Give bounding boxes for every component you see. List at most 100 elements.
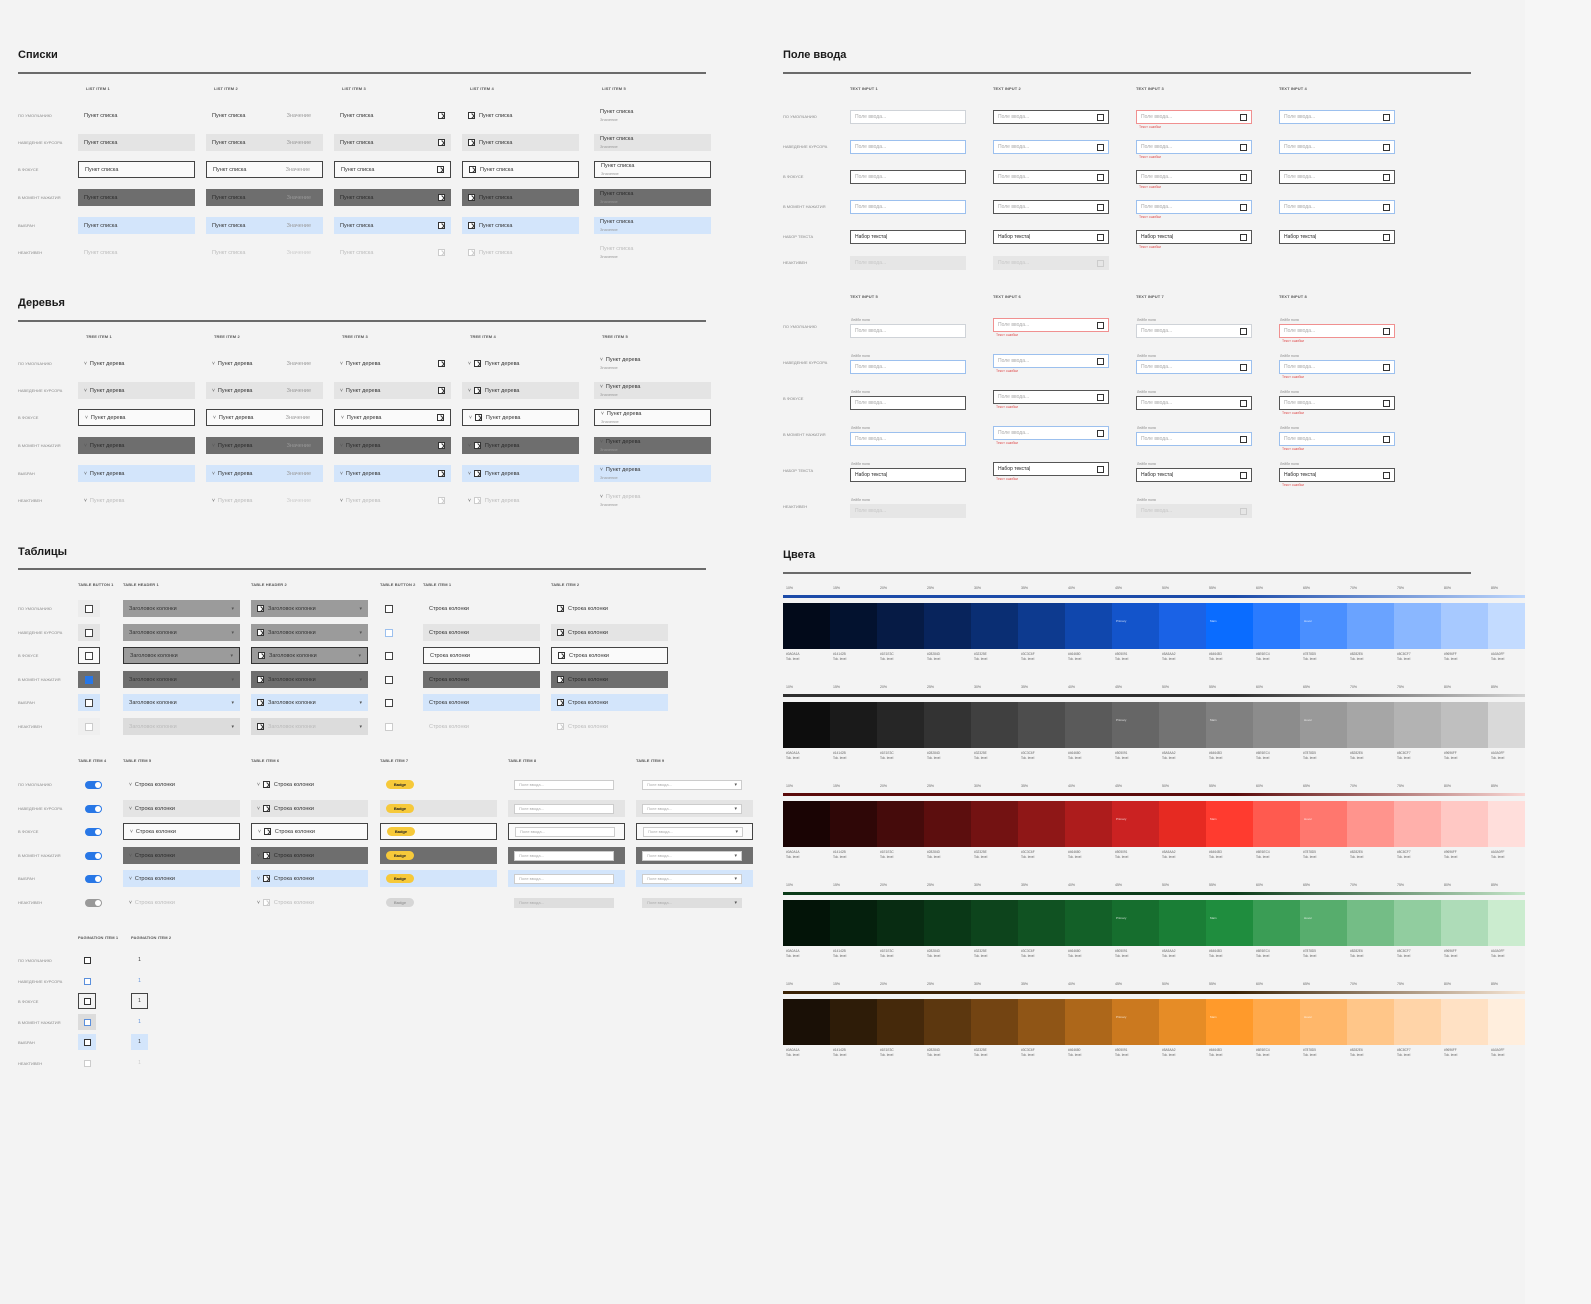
checkbox-icon[interactable] [558,652,565,659]
sort-caret-icon[interactable]: ▾ [359,606,362,612]
list-item[interactable]: Пункт списка Значение [206,161,323,178]
edit-icon[interactable] [1383,435,1390,443]
text-input[interactable]: Набор текста| [993,230,1109,244]
pagination-page-button[interactable]: 1 [131,993,148,1009]
text-input[interactable]: Поле ввода... [850,324,966,338]
toggle-switch[interactable] [84,827,102,836]
color-swatch-blue[interactable] [1394,603,1441,649]
chevron-down-icon[interactable]: ▾ [734,782,737,788]
color-swatch-blue[interactable] [783,603,830,649]
edit-icon[interactable] [1240,203,1247,211]
text-input[interactable]: Поле ввода... [1136,432,1252,446]
checkbox-icon[interactable] [557,723,564,730]
tree-item[interactable]: ˅ Пункт дерева Значение [594,382,711,399]
table-row-cell[interactable]: Строка колонки [551,671,668,688]
text-input[interactable]: Поле ввода... [850,432,966,446]
table-row-cell[interactable]: ˅ Строка колонки [251,800,368,817]
table-select[interactable]: Поле ввода... ▾ [642,850,742,861]
color-swatch-blue[interactable] [971,603,1018,649]
list-item[interactable]: Пункт списка [462,189,579,206]
checkbox-icon[interactable] [258,652,265,659]
table-input-cell[interactable]: Поле ввода... [508,847,625,864]
chevron-down-icon[interactable]: ˅ [340,443,343,449]
color-swatch-red[interactable] [1018,801,1065,847]
text-input[interactable]: Поле ввода... [993,170,1109,184]
chevron-down-icon[interactable]: ˅ [258,829,261,835]
edit-icon[interactable] [1240,327,1247,335]
chevron-down-icon[interactable]: ˅ [600,439,603,446]
list-item[interactable]: Пункт списка [462,161,579,178]
chevron-down-icon[interactable]: ˅ [600,384,603,391]
table-row-cell[interactable]: Строка колонки [423,647,540,664]
table-row-cell[interactable]: ˅ Строка колонки [123,823,240,840]
color-swatch-green[interactable] [877,900,924,946]
edit-icon[interactable] [1240,173,1247,181]
chevron-down-icon[interactable]: ▾ [734,900,737,906]
checkbox-icon[interactable] [385,698,393,707]
pagination-arrow-button[interactable] [78,993,96,1009]
table-badge-cell[interactable]: Badge [380,800,497,817]
color-swatch-orange[interactable] [1159,999,1206,1045]
color-swatch-blue[interactable] [1065,603,1112,649]
edit-icon[interactable] [1383,327,1390,335]
list-item[interactable]: Пункт списка [334,244,451,261]
tree-item[interactable]: ˅ Пункт дерева [78,492,195,509]
list-item[interactable]: Пункт списка Значение [206,189,323,206]
tree-item[interactable]: ˅ Пункт дерева Значение [206,382,323,399]
checkbox-icon[interactable] [438,497,445,504]
table-row-cell[interactable]: Строка колонки [423,600,540,617]
tree-item[interactable]: ˅ Пункт дерева [78,465,195,482]
pagination-arrow-button[interactable] [78,1034,96,1050]
color-swatch-blue[interactable] [1018,603,1065,649]
edit-icon[interactable] [1383,113,1390,121]
table-checkbox-cell[interactable] [380,671,398,688]
list-item[interactable]: Пункт списка Значение [206,217,323,234]
edit-icon[interactable] [1383,233,1390,241]
color-swatch-orange[interactable] [924,999,971,1045]
checkbox-icon[interactable] [85,675,93,684]
tree-item[interactable]: ˅ Пункт дерева [78,382,195,399]
color-swatch-green[interactable] [971,900,1018,946]
tree-item[interactable]: ˅ Пункт дерева [462,437,579,454]
table-badge-cell[interactable]: Badge [380,847,497,864]
table-header-cell[interactable]: Заголовок колонки ▾ [123,647,240,664]
tree-item[interactable]: ˅ Пункт дерева [78,437,195,454]
edit-icon[interactable] [1097,393,1104,401]
color-swatch-red[interactable] [1300,801,1347,847]
list-item[interactable]: Пункт списка [78,161,195,178]
table-checkbox-cell[interactable] [78,600,100,617]
color-swatch-green[interactable] [830,900,877,946]
text-input[interactable]: Набор текста| [1279,468,1395,482]
checkbox-icon[interactable] [468,249,475,256]
text-input[interactable]: Поле ввода... [850,200,966,214]
checkbox-icon[interactable] [473,360,481,367]
checkbox-icon[interactable] [473,442,481,449]
pagination-arrow-button[interactable] [78,1055,96,1071]
text-input[interactable]: Набор текста| [1136,468,1252,482]
color-swatch-blue[interactable] [1206,603,1253,649]
chevron-down-icon[interactable]: ˅ [84,388,87,394]
color-swatch-red[interactable] [1206,801,1253,847]
color-swatch-orange[interactable] [971,999,1018,1045]
pagination-page-button[interactable]: 1 [131,1034,148,1050]
checkbox-icon[interactable] [85,698,93,707]
pagination-arrow-button[interactable] [78,1014,96,1030]
edit-icon[interactable] [1240,399,1247,407]
text-input[interactable]: Поле ввода... [1136,396,1252,410]
list-item[interactable]: Пункт списка [334,189,451,206]
text-input[interactable]: Поле ввода... [850,170,966,184]
chevron-down-icon[interactable]: ˅ [129,806,132,812]
tree-item[interactable]: ˅ Пункт дерева Значение [206,355,323,372]
edit-icon[interactable] [1240,435,1247,443]
checkbox-icon[interactable] [468,139,475,146]
chevron-down-icon[interactable]: ˅ [468,443,471,449]
list-item[interactable]: Пункт списка [334,107,451,124]
text-input[interactable]: Поле ввода... [850,256,966,270]
chevron-down-icon[interactable]: ˅ [468,471,471,477]
chevron-down-icon[interactable]: ˅ [212,498,215,504]
checkbox-icon[interactable] [257,699,264,706]
checkbox-icon[interactable] [385,675,393,684]
table-text-input[interactable]: Поле ввода... [514,897,614,908]
list-item[interactable]: Пункт списка Значение [594,107,711,124]
table-row-cell[interactable]: Строка колонки [423,718,540,735]
